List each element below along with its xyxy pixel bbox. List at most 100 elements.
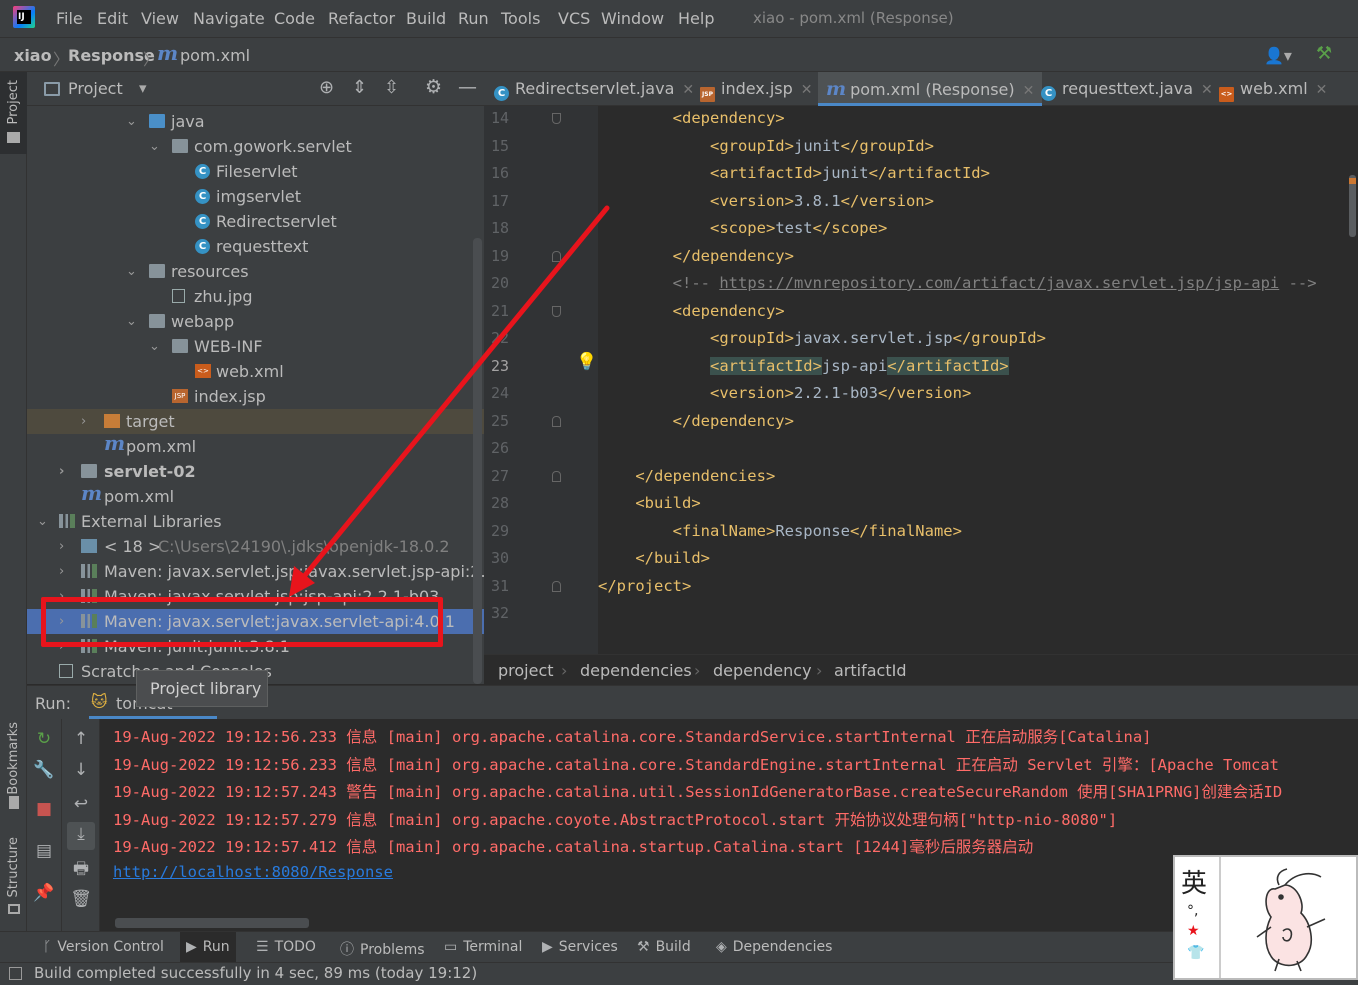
close-icon[interactable]: ✕ — [801, 82, 813, 98]
fold-icon[interactable] — [552, 113, 561, 124]
tree-item-pom[interactable]: m pom.xml — [27, 481, 484, 509]
layout-icon[interactable]: ▤ — [32, 839, 56, 863]
locate-icon[interactable]: ⊕ — [319, 77, 334, 98]
tree-item-class[interactable]: C imgservlet — [27, 184, 484, 209]
tw-terminal[interactable]: ▭ Terminal — [444, 939, 522, 955]
tab-index-jsp[interactable]: JSP index.jsp ✕ — [700, 72, 813, 106]
scroll-to-end-icon[interactable]: ⤓ — [67, 822, 95, 850]
chevron-down-icon[interactable]: ⌄ — [126, 109, 137, 134]
ime-mode-char[interactable]: 英 — [1181, 863, 1207, 900]
tree-item-package[interactable]: ⌄ com.gowork.servlet — [27, 134, 484, 159]
close-icon[interactable]: ✕ — [1316, 82, 1328, 98]
star-icon[interactable]: ★ — [1187, 923, 1200, 939]
project-view-title[interactable]: Project — [68, 79, 123, 98]
wrench-icon[interactable]: 🔧 — [32, 758, 56, 782]
tab-pom-xml[interactable]: m pom.xml (Response) ✕ — [818, 72, 1043, 106]
close-icon[interactable]: ✕ — [1023, 83, 1035, 99]
tree-item-class[interactable]: C Redirectservlet — [27, 209, 484, 234]
tw-services[interactable]: ▶ Services — [542, 939, 618, 955]
menu-vcs[interactable]: VCS — [558, 9, 590, 28]
status-toggle-icon[interactable] — [9, 967, 22, 980]
soft-wrap-icon[interactable]: ↩ — [69, 792, 93, 816]
tree-item-resources[interactable]: ⌄ resources — [27, 259, 484, 284]
menu-tools[interactable]: Tools — [501, 9, 540, 28]
tw-todo[interactable]: ☰ TODO — [256, 939, 316, 955]
editor-crumb[interactable]: dependency — [713, 661, 812, 680]
editor-crumb[interactable]: project — [498, 661, 554, 680]
gear-icon[interactable]: ⚙ — [425, 76, 442, 98]
tw-version-control[interactable]: ᚴ Version Control — [43, 939, 164, 955]
chevron-down-icon[interactable]: ⌄ — [149, 134, 160, 159]
tree-item-target[interactable]: › target — [27, 409, 484, 434]
tree-item-external-libraries[interactable]: ⌄ External Libraries — [27, 509, 484, 534]
expand-all-icon[interactable]: ⇕ — [352, 77, 367, 98]
editor-crumb[interactable]: dependencies — [580, 661, 692, 680]
build-hammer-icon[interactable]: ⚒ — [1316, 43, 1332, 64]
close-icon[interactable]: ✕ — [682, 82, 694, 98]
tree-item-jdk[interactable]: › < 18 > C:\Users\24190\.jdks\openjdk-18… — [27, 534, 484, 559]
print-icon[interactable]: 🖶 — [69, 857, 93, 881]
chevron-down-icon[interactable]: ▾ — [139, 79, 147, 97]
tree-item-image[interactable]: zhu.jpg — [27, 284, 484, 309]
fold-icon[interactable] — [552, 471, 561, 482]
menu-code[interactable]: Code — [274, 9, 315, 28]
menu-edit[interactable]: Edit — [97, 9, 128, 28]
project-scrollbar[interactable] — [473, 238, 482, 684]
menu-window[interactable]: Window — [601, 9, 664, 28]
menu-refactor[interactable]: Refactor — [328, 9, 395, 28]
tab-web-xml[interactable]: <> web.xml ✕ — [1219, 72, 1327, 106]
punctuation-icon[interactable]: °, — [1187, 903, 1198, 919]
fold-icon[interactable] — [552, 251, 561, 262]
chevron-right-icon[interactable]: › — [59, 459, 64, 484]
console-horizontal-scrollbar[interactable] — [115, 918, 309, 928]
tree-item-class[interactable]: C requesttext — [27, 234, 484, 259]
breadcrumb-file[interactable]: pom.xml — [180, 46, 250, 65]
arrow-up-icon[interactable]: ↑ — [69, 727, 93, 751]
tree-item-class[interactable]: C Fileservlet — [27, 159, 484, 184]
tw-problems[interactable]: ⓘ Problems — [340, 939, 425, 959]
fold-icon[interactable] — [552, 306, 561, 317]
pin-icon[interactable]: 📌 — [32, 881, 56, 905]
arrow-down-icon[interactable]: ↓ — [69, 758, 93, 782]
bookmarks-stripe-label[interactable]: Bookmarks — [6, 722, 21, 795]
collapse-all-icon[interactable]: ⇳ — [384, 77, 399, 98]
tab-requesttext[interactable]: Crequesttext.java ✕ — [1041, 72, 1213, 106]
editor-crumb[interactable]: artifactId — [834, 661, 906, 680]
code-editor[interactable]: <dependency> <groupId>junit</groupId> <a… — [598, 106, 1358, 654]
rerun-icon[interactable]: ↻ — [32, 727, 56, 751]
fold-icon[interactable] — [552, 416, 561, 427]
menu-help[interactable]: Help — [678, 9, 714, 28]
tree-item-jsp[interactable]: JSP index.jsp — [27, 384, 484, 409]
chevron-down-icon[interactable]: ⌄ — [149, 334, 160, 359]
tree-item-library[interactable]: › Maven: javax.servlet.jsp:javax.servlet… — [27, 559, 484, 584]
menu-run[interactable]: Run — [458, 9, 489, 28]
structure-stripe-label[interactable]: Structure — [6, 837, 21, 897]
chevron-down-icon[interactable]: ⌄ — [126, 309, 137, 334]
chevron-down-icon[interactable]: ⌄ — [37, 509, 48, 534]
tw-dependencies[interactable]: ◈ Dependencies — [716, 939, 832, 955]
chevron-right-icon[interactable]: › — [59, 559, 64, 584]
run-console[interactable]: 19-Aug-2022 19:12:56.233 信息 [main] org.a… — [100, 719, 1358, 931]
tree-item-webapp[interactable]: ⌄ webapp — [27, 309, 484, 334]
stop-icon[interactable]: ■ — [32, 797, 56, 821]
tree-item-pom[interactable]: m pom.xml — [27, 431, 484, 459]
chevron-down-icon[interactable]: ⌄ — [126, 259, 137, 284]
tw-build[interactable]: ⚒ Build — [637, 939, 691, 955]
editor-warning-marker[interactable] — [1349, 178, 1356, 184]
menu-file[interactable]: File — [56, 9, 83, 28]
hide-panel-icon[interactable]: — — [458, 76, 477, 98]
tree-item-web-inf[interactable]: ⌄ WEB-INF — [27, 334, 484, 359]
tree-item-xml[interactable]: <> web.xml — [27, 359, 484, 384]
close-icon[interactable]: ✕ — [1201, 82, 1213, 98]
user-icon[interactable]: 👤▾ — [1264, 46, 1292, 65]
trash-icon[interactable]: 🗑 — [69, 887, 93, 911]
menu-build[interactable]: Build — [406, 9, 446, 28]
tab-redirectservlet[interactable]: C Redirectservlet.java ✕ — [494, 72, 694, 106]
chevron-right-icon[interactable]: › — [81, 409, 86, 434]
editor-scrollbar[interactable] — [1349, 175, 1356, 237]
localhost-link[interactable]: http://localhost:8080/Response — [113, 863, 393, 881]
tree-item-java[interactable]: ⌄ java — [27, 109, 484, 134]
project-stripe-label[interactable]: Project — [6, 80, 21, 124]
tw-run[interactable]: ▶ Run — [180, 932, 236, 963]
ime-widget[interactable]: 英 °, ★ 👕 — [1173, 855, 1358, 980]
